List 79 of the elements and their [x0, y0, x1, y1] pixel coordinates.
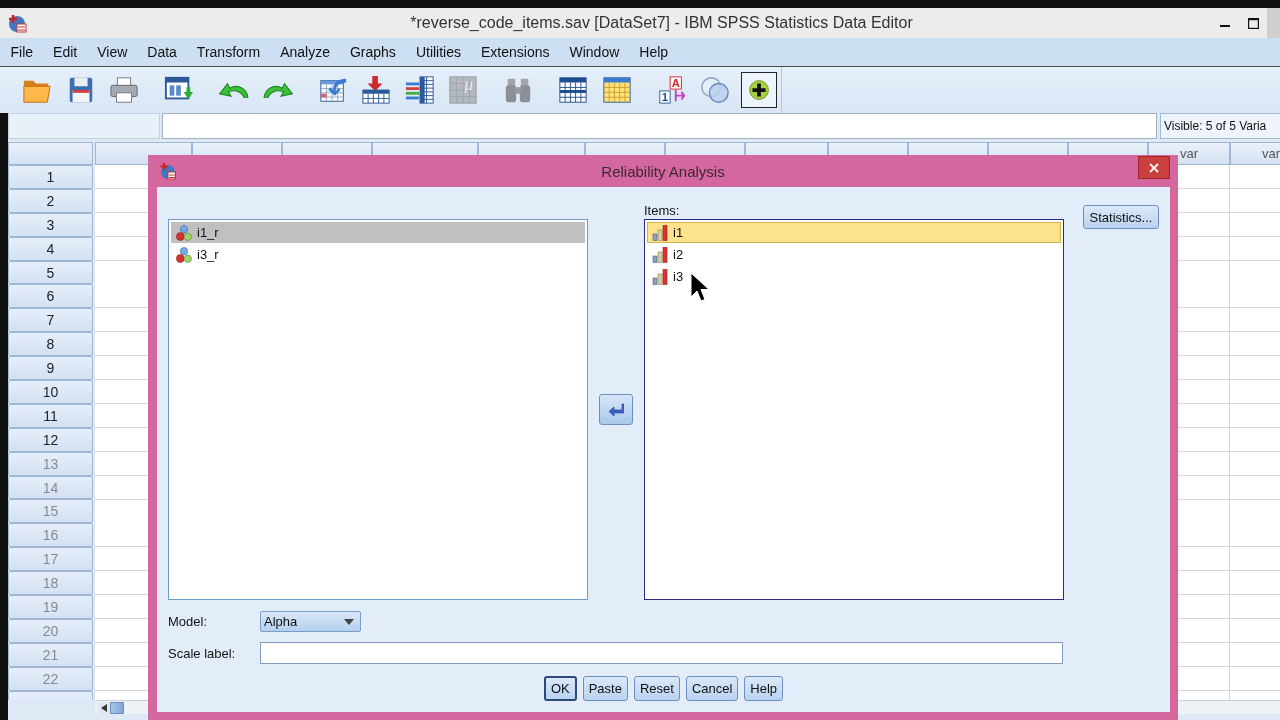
table-down-arrow-icon [361, 74, 391, 106]
window-title: *reverse_code_items.sav [DataSet7] - IBM SPSS Statistics Data Editor [409, 14, 914, 32]
row-header[interactable]: 3 [8, 212, 93, 237]
striped-table-icon [404, 74, 435, 106]
scale-label-field[interactable] [260, 642, 1063, 664]
dialog-button[interactable]: Reset [633, 676, 680, 701]
row-header[interactable]: 12 [8, 427, 93, 452]
printer-icon [109, 74, 139, 106]
menu-item[interactable]: Transform [186, 44, 271, 60]
variable-name: i3_r [197, 247, 219, 262]
scroll-left-button[interactable] [98, 701, 110, 714]
move-button[interactable] [599, 394, 633, 425]
maximize-icon [1247, 17, 1259, 29]
row-header[interactable]: 6 [8, 284, 93, 309]
list-item[interactable]: i1 [647, 222, 1061, 243]
minimize-icon [1220, 25, 1230, 27]
row-header[interactable]: 2 [8, 188, 93, 213]
variable-name: i3 [673, 269, 684, 284]
toolbar-button[interactable] [740, 72, 777, 108]
row-header[interactable]: 10 [8, 380, 93, 404]
scrollbar-thumb[interactable] [110, 701, 124, 714]
app-icon [160, 162, 176, 180]
items-label: Items: [644, 203, 680, 219]
menu-item[interactable]: File [0, 44, 44, 60]
row-header[interactable]: 11 [8, 403, 93, 428]
menu-item[interactable]: Extensions [471, 44, 560, 60]
source-variable-list[interactable]: i1_r i3_r [168, 219, 588, 600]
scale-label-label: Scale label: [168, 645, 236, 661]
variable-name: i1 [673, 225, 684, 240]
menu-item[interactable]: Graphs [339, 44, 406, 60]
app-icon [8, 13, 27, 33]
row-header[interactable]: 7 [8, 308, 93, 333]
undo-icon [219, 82, 249, 98]
table-icon [601, 74, 632, 106]
list-item[interactable]: i3 [647, 266, 1061, 287]
redo-icon [262, 82, 293, 98]
list-item[interactable]: i1_r [171, 222, 585, 243]
row-header[interactable]: 9 [8, 356, 93, 380]
visible-variables-count: Visible: 5 of 5 Varia [1160, 113, 1280, 139]
list-item[interactable]: i2 [647, 244, 1061, 265]
left-triangle-icon [101, 703, 107, 712]
row-header[interactable]: 4 [8, 236, 93, 261]
dialog-title: Reliability Analysis [600, 162, 726, 180]
mouse-pointer-icon [690, 272, 708, 302]
variable-name: i2 [673, 247, 684, 262]
row-header[interactable]: 8 [8, 332, 93, 357]
caret-icon [344, 618, 354, 625]
menu-item[interactable]: Utilities [405, 44, 471, 60]
column-header[interactable]: var [1230, 142, 1280, 165]
cell-name-box[interactable] [8, 113, 160, 139]
bar-chart-icon [652, 246, 668, 263]
close-button[interactable] [1138, 156, 1170, 179]
list-item[interactable]: i3_r [171, 244, 585, 265]
model-dropdown[interactable]: Alpha [260, 611, 361, 632]
dialog-button[interactable]: Cancel [685, 676, 739, 701]
bar-chart-icon [652, 224, 668, 241]
menu-item[interactable]: Help [629, 44, 679, 60]
dialog-button[interactable]: Help [744, 676, 784, 701]
bar-chart-icon [652, 268, 668, 285]
table-icon [558, 74, 588, 106]
row-header[interactable]: 5 [8, 260, 93, 285]
circles-icon [700, 74, 730, 106]
menu-item[interactable]: Edit [43, 44, 88, 60]
row-header[interactable]: 1 [8, 165, 93, 189]
menu-item[interactable]: Analyze [270, 44, 340, 60]
dialog-button[interactable]: OK [543, 676, 577, 701]
cell-editor-field[interactable] [162, 113, 1157, 139]
close-icon [1149, 162, 1159, 173]
statistics-button[interactable]: Statistics... [1083, 205, 1159, 229]
menu-item[interactable]: View [87, 44, 138, 60]
model-label: Model: [168, 614, 208, 629]
items-list[interactable]: i1 i2 i3 [644, 219, 1064, 600]
menu-item[interactable]: Window [559, 44, 630, 60]
menu-item[interactable]: Data [137, 44, 187, 60]
arrow-left-icon [608, 402, 624, 417]
dialog-button[interactable]: Paste [582, 676, 628, 701]
three-balls-icon [176, 246, 192, 263]
three-balls-icon [176, 224, 192, 241]
variable-name: i1_r [197, 225, 219, 240]
